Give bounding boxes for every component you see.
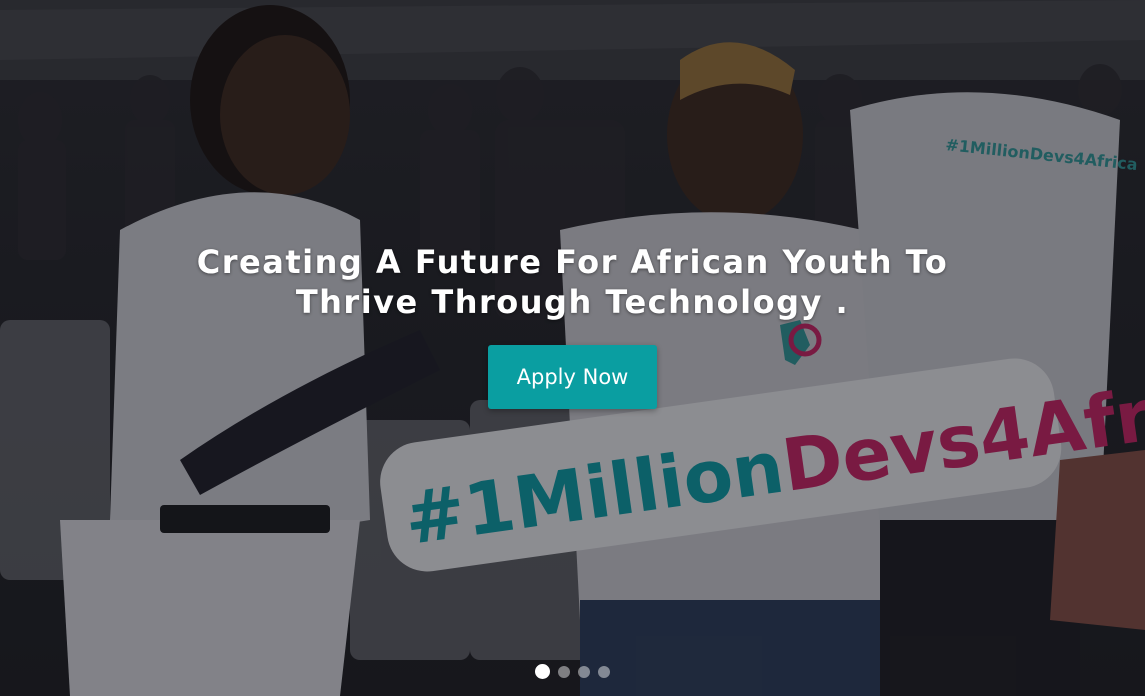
carousel-dot-2[interactable]	[558, 665, 570, 678]
apply-now-button[interactable]: Apply Now	[488, 345, 657, 409]
carousel-dot-1[interactable]	[535, 664, 550, 679]
carousel-indicators	[535, 664, 610, 679]
headline-container: Creating A Future For African Youth To T…	[0, 242, 1145, 322]
carousel-dot-3[interactable]	[578, 665, 590, 678]
hero-headline: Creating A Future For African Youth To T…	[196, 243, 949, 321]
carousel-dot-4[interactable]	[598, 665, 610, 678]
hero-banner: #1MillionDevs4Africa #1MillionDevs4Afric…	[0, 0, 1145, 696]
